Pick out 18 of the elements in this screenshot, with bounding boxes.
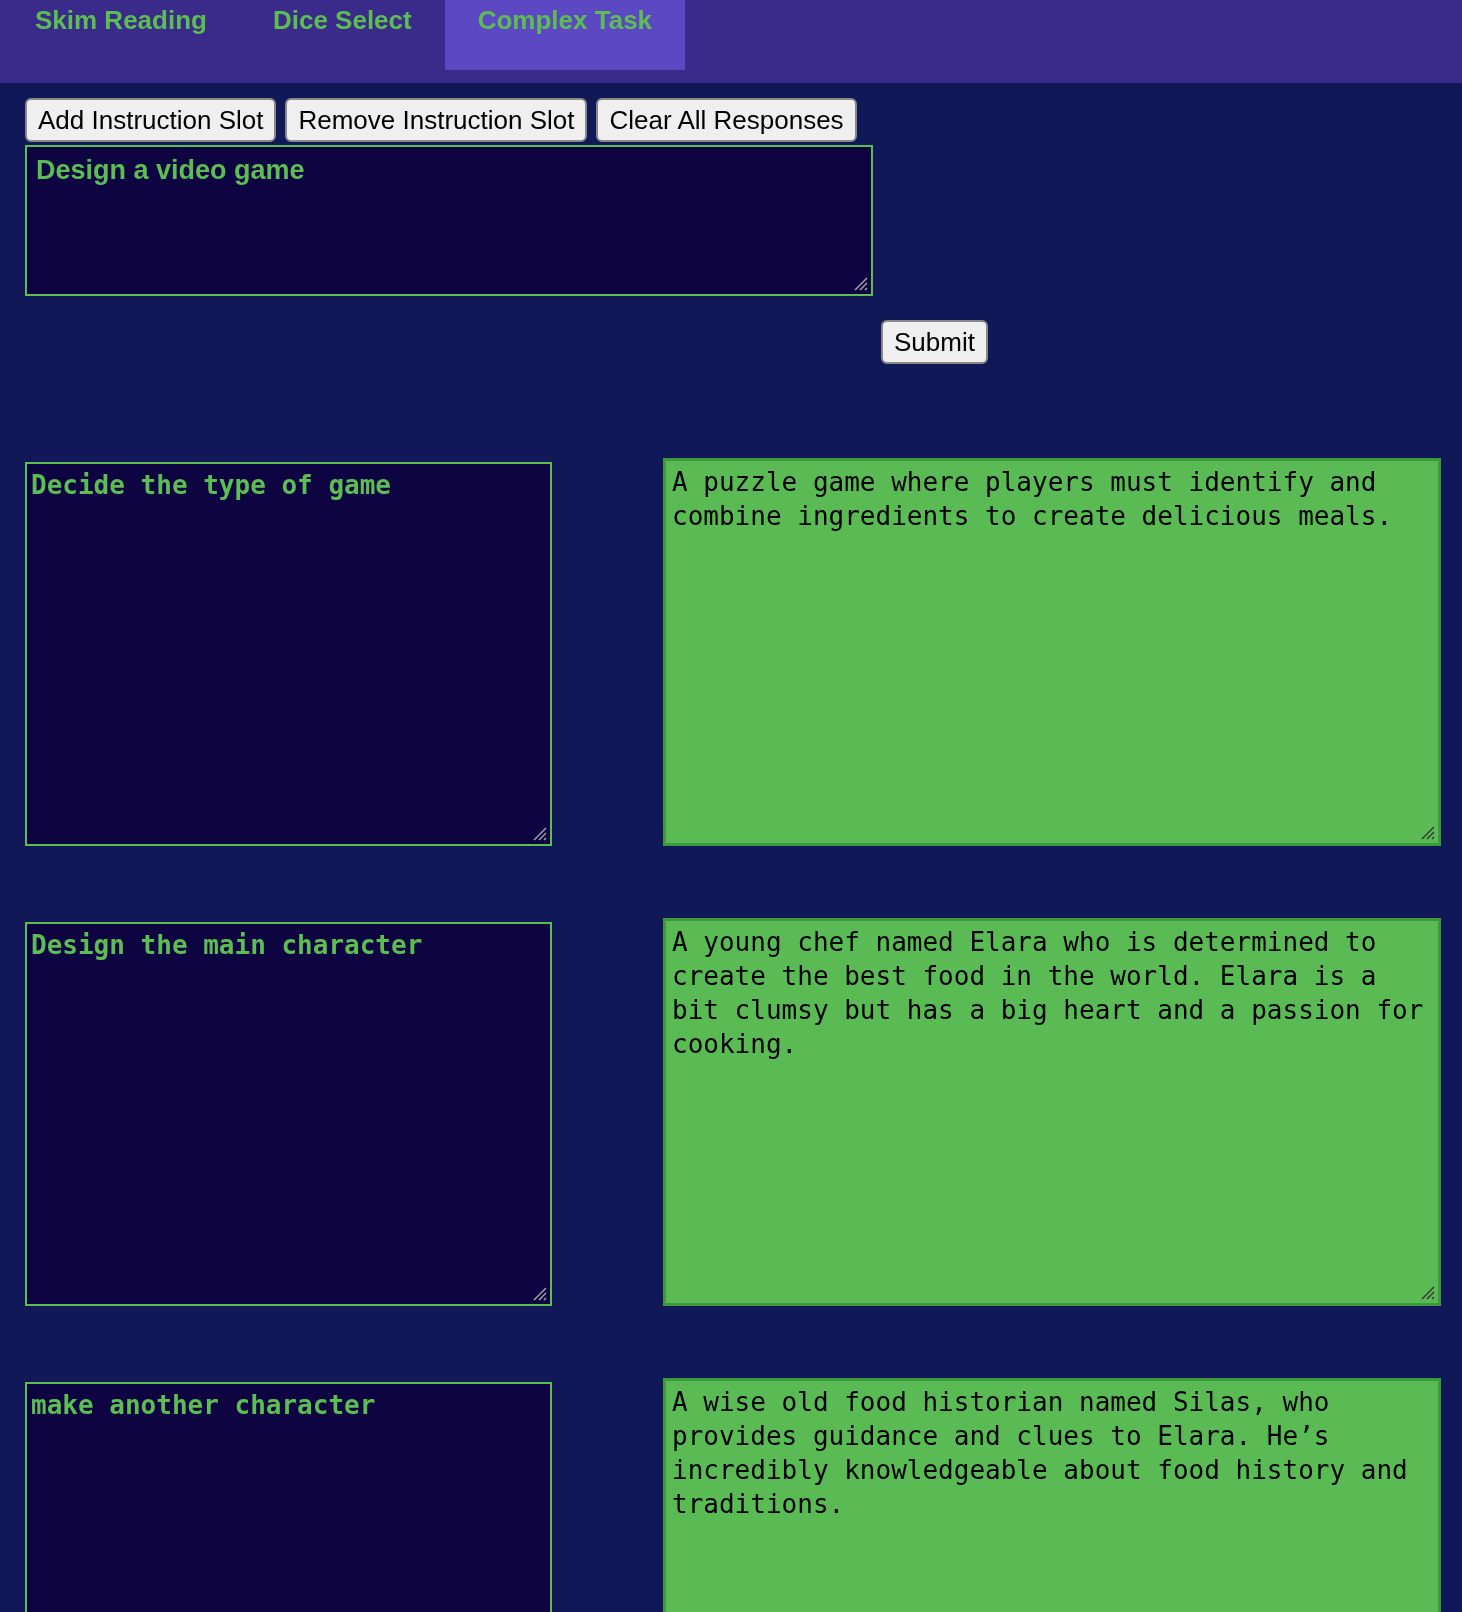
submit-button[interactable]: Submit: [881, 320, 988, 364]
response-field[interactable]: A wise old food historian named Silas, who provides guidance and clues to Elara. He’s incredibly knowledgeable about food history and traditions.: [663, 1378, 1441, 1612]
resize-grip-icon[interactable]: [852, 275, 868, 291]
resize-grip-icon[interactable]: [1419, 824, 1435, 840]
action-button[interactable]: Remove Instruction Slot: [285, 98, 588, 142]
task-field[interactable]: Design a video game: [25, 145, 873, 296]
tab[interactable]: Skim Reading: [3, 0, 240, 70]
instruction-field[interactable]: Decide the type of game: [25, 462, 552, 846]
instruction-field[interactable]: make another character: [25, 1382, 552, 1612]
response-field[interactable]: A young chef named Elara who is determined to create the best food in the world. Elara is a bit clumsy but has a big heart and a passion for cooking.: [663, 918, 1441, 1306]
action-button[interactable]: Add Instruction Slot: [25, 98, 277, 142]
instruction-field[interactable]: Design the main character: [25, 922, 552, 1306]
resize-grip-icon[interactable]: [531, 1285, 547, 1301]
tab[interactable]: Dice Select: [239, 0, 445, 70]
response-field[interactable]: A puzzle game where players must identify and combine ingredients to create delicious meals.: [663, 458, 1441, 846]
resize-grip-icon[interactable]: [1419, 1284, 1435, 1300]
action-button[interactable]: Clear All Responses: [596, 98, 857, 142]
resize-grip-icon[interactable]: [531, 825, 547, 841]
